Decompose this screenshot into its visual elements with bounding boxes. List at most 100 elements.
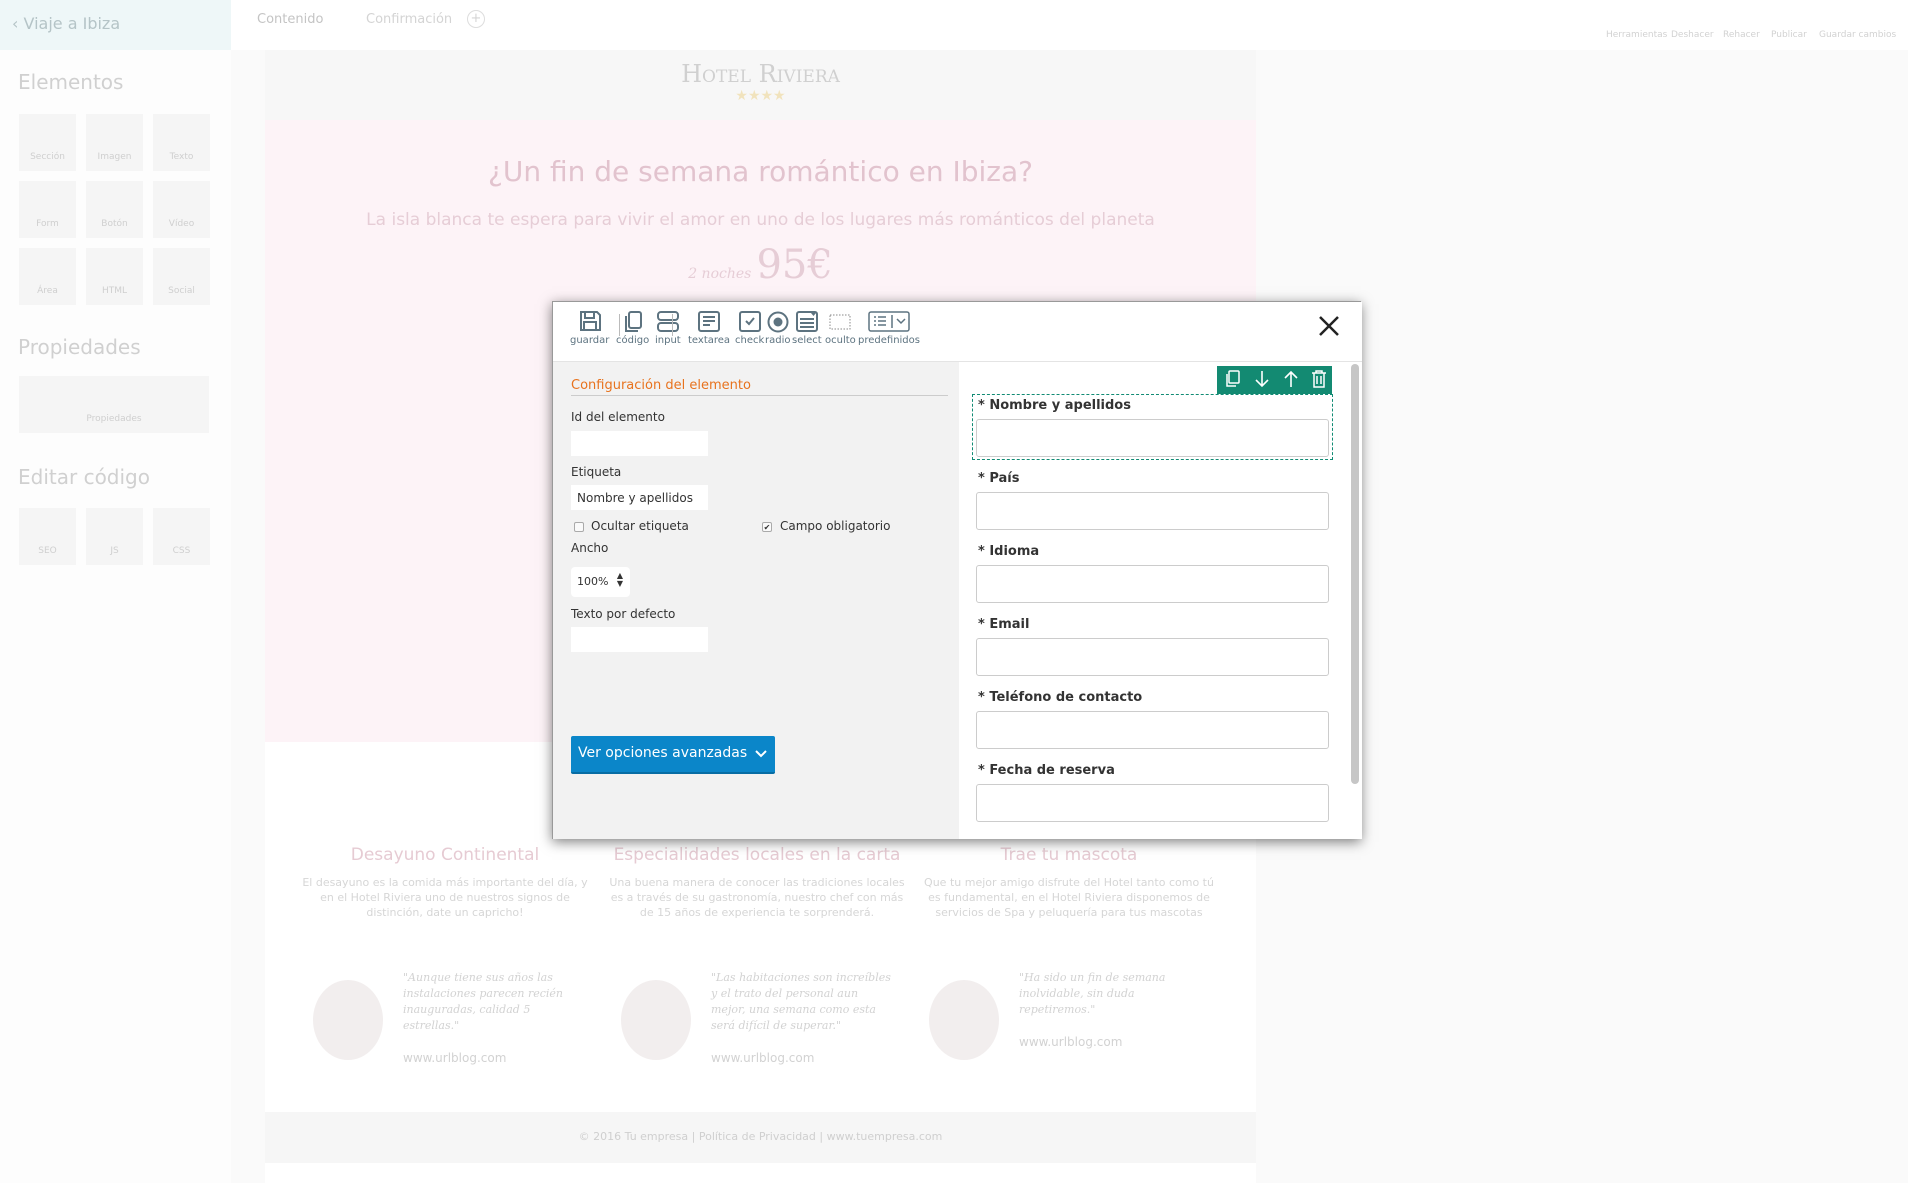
page-footer: © 2016 Tu empresa | Política de Privacid… [265, 1112, 1256, 1163]
trash-icon[interactable] [1311, 370, 1327, 392]
testimonial-quote: "Aunque tiene sus años las instalaciones… [403, 971, 563, 1032]
project-name: Viaje a Ibiza [23, 14, 121, 33]
field-label: * Nombre y apellidos [978, 398, 1131, 413]
add-tab-icon[interactable]: + [467, 10, 485, 28]
radio-icon [767, 311, 789, 333]
tile-label: Form [36, 219, 59, 229]
field-actions-toolbar [1217, 366, 1332, 394]
section-title: Elementos [18, 70, 124, 94]
field-input[interactable] [976, 565, 1329, 603]
close-icon[interactable] [1315, 312, 1343, 340]
field-input[interactable] [976, 784, 1329, 822]
field-label: * Teléfono de contacto [978, 690, 1143, 705]
element-config-panel: Configuración del elemento Id del elemen… [553, 362, 959, 839]
tile-label: JS [110, 546, 119, 556]
propiedades-button[interactable]: Propiedades [19, 376, 209, 433]
texto-defecto-input[interactable] [571, 627, 708, 652]
field-input[interactable] [976, 711, 1329, 749]
redo-button[interactable]: Rehacer [1723, 30, 1760, 40]
tile-label: Botón [101, 219, 128, 229]
etiqueta-label: Etiqueta [571, 465, 622, 479]
obligatorio-checkbox[interactable]: ✔ [762, 522, 772, 532]
testimonial-link[interactable]: www.urlblog.com [1019, 1035, 1122, 1049]
element-tile[interactable]: HTML [86, 248, 143, 305]
feature-title: Especialidades locales en la carta [613, 845, 901, 865]
testimonial-link[interactable]: www.urlblog.com [403, 1051, 506, 1065]
duplicate-icon[interactable] [1225, 370, 1241, 392]
toolbar-input-button[interactable]: input [655, 310, 681, 346]
feature: Trae tu mascota Que tu mejor amigo disfru… [919, 845, 1219, 920]
testimonial-quote: "Ha sido un fin de semana inolvidable, s… [1019, 971, 1166, 1016]
field-input[interactable] [976, 492, 1329, 530]
hero-subtitle: La isla blanca te espera para vivir el a… [366, 210, 1155, 230]
element-tile[interactable]: Form [19, 181, 76, 238]
toolbar-oculto-button[interactable]: oculto [825, 310, 856, 346]
feature-title: Trae tu mascota [1000, 845, 1138, 865]
save-changes-button[interactable]: Guardar cambios [1819, 30, 1896, 40]
toolbar-código-button[interactable]: código [616, 310, 649, 346]
field-input[interactable] [976, 638, 1329, 676]
element-tile[interactable]: Botón [86, 181, 143, 238]
field-label: * País [978, 471, 1020, 486]
ocultar-label: Ocultar etiqueta [591, 519, 689, 533]
element-tile[interactable]: Imagen [86, 114, 143, 171]
toolbar-label: guardar [570, 335, 610, 346]
code-tile[interactable]: SEO [19, 508, 76, 565]
ancho-select[interactable]: 100% ▲ ▼ [571, 567, 630, 597]
tab-contenido[interactable]: Contenido [257, 12, 323, 27]
toolbar-radio-button[interactable]: radio [765, 310, 790, 346]
textarea-icon [698, 311, 721, 332]
code-tile[interactable]: CSS [153, 508, 210, 565]
element-tile[interactable]: Sección [19, 114, 76, 171]
stepper-icon: ▲ ▼ [616, 571, 623, 588]
select-icon [795, 311, 818, 332]
section-title: Editar código [18, 465, 150, 489]
tile-label: Imagen [97, 152, 132, 162]
toolbar-label: código [616, 335, 650, 346]
tile-label: SEO [38, 546, 57, 556]
avatar [929, 980, 999, 1060]
chevron-down-icon [755, 750, 767, 758]
form-editor-modal: guardar código input textarea check radio sele… [552, 301, 1362, 839]
back-link[interactable]: ‹ Viaje a Ibiza [0, 0, 231, 50]
hidden-icon [829, 314, 851, 330]
advanced-options-button[interactable]: Ver opciones avanzadas [571, 736, 775, 774]
move-down-icon[interactable] [1254, 370, 1270, 392]
obligatorio-label: Campo obligatorio [780, 519, 891, 533]
element-tile[interactable]: Texto [153, 114, 210, 171]
code-tile[interactable]: JS [86, 508, 143, 565]
check-icon [738, 311, 761, 332]
ancho-label: Ancho [571, 541, 609, 555]
tile-label: Sección [30, 152, 65, 162]
element-tile[interactable]: Área [19, 248, 76, 305]
testimonial-quote: "Las habitaciones son increíbles y el tr… [711, 971, 891, 1032]
input-icon [656, 311, 679, 332]
scrollbar[interactable] [1351, 364, 1359, 784]
feature: Desayuno Continental El desayuno es la co… [295, 845, 595, 920]
toolbar-select-button[interactable]: select [792, 310, 822, 346]
toolbar-check-button[interactable]: check [735, 310, 764, 346]
tab-confirmacion[interactable]: Confirmación [366, 12, 452, 27]
id-input[interactable] [571, 431, 708, 456]
undo-button[interactable]: Deshacer [1671, 30, 1714, 40]
field-input[interactable] [976, 419, 1329, 457]
toolbar-predefinidos-button[interactable]: predefinidos [858, 310, 920, 346]
tile-label: Social [168, 286, 195, 296]
etiqueta-input[interactable] [571, 485, 708, 510]
publish-button[interactable]: Publicar [1771, 30, 1807, 40]
save-icon [579, 311, 601, 331]
tools-button[interactable]: Herramientas [1606, 30, 1667, 40]
texto-label: Texto por defecto [571, 607, 676, 621]
avatar [621, 980, 691, 1060]
field-label: * Email [978, 617, 1030, 632]
element-tile[interactable]: Social [153, 248, 210, 305]
ocultar-checkbox[interactable] [574, 522, 584, 532]
sidebar: ‹ Viaje a Ibiza Elementos Sección Imagen T… [0, 0, 231, 1183]
element-tile[interactable]: Vídeo [153, 181, 210, 238]
toolbar-label: oculto [825, 335, 856, 346]
testimonial-link[interactable]: www.urlblog.com [711, 1051, 814, 1065]
move-up-icon[interactable] [1283, 370, 1299, 392]
toolbar-guardar-button[interactable]: guardar [570, 310, 609, 346]
toolbar-textarea-button[interactable]: textarea [688, 310, 730, 346]
toolbar-label: predefinidos [858, 335, 920, 346]
